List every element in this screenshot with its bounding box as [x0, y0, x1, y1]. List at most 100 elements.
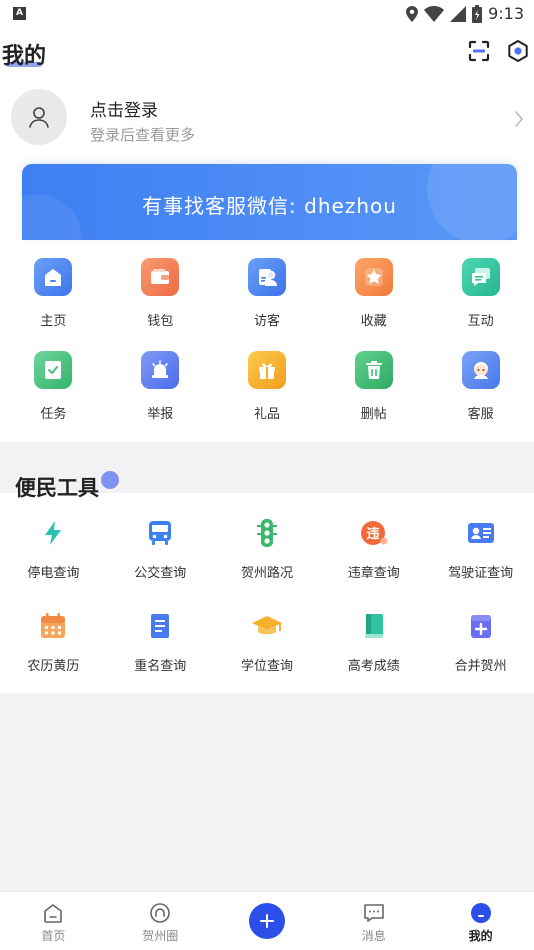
tab-messages[interactable]: 消息: [320, 892, 427, 950]
page-header: 我的: [0, 30, 534, 74]
tool-exam-score[interactable]: 高考成绩: [320, 610, 427, 703]
settings-button[interactable]: [506, 39, 530, 67]
tab-me[interactable]: 我的: [427, 892, 534, 950]
wallet-icon: [141, 258, 180, 296]
lightning-icon: [37, 517, 69, 549]
tool-label: 公交查询: [134, 566, 187, 581]
login-subtitle: 登录后查看更多: [90, 126, 196, 144]
feature-customer-service[interactable]: 客服: [427, 349, 534, 442]
document-icon: [144, 610, 176, 642]
customer-service-banner[interactable]: 有事找客服微信: dhezhou: [22, 164, 517, 240]
location-icon: [406, 5, 419, 22]
me-tab-icon: [470, 903, 491, 923]
trash-icon: [354, 351, 393, 389]
tool-violation[interactable]: 违 违章查询: [320, 517, 427, 610]
feature-label: 钱包: [147, 314, 174, 329]
feature-grid: 主页 钱包 访客 收藏 互动 任务 举报 礼品 删帖 客服: [0, 256, 534, 442]
feature-delete-post[interactable]: 删帖: [320, 349, 427, 442]
signal-icon: [450, 5, 467, 22]
service-icon: [461, 351, 500, 389]
tool-calendar[interactable]: 农历黄历: [0, 610, 107, 703]
feature-interaction[interactable]: 互动: [427, 256, 534, 349]
feature-label: 举报: [147, 407, 174, 422]
tool-bus[interactable]: 公交查询: [107, 517, 214, 610]
feature-label: 互动: [467, 314, 494, 329]
tool-label: 驾驶证查询: [448, 566, 514, 581]
license-icon: [465, 517, 497, 549]
a-icon: A: [13, 7, 26, 20]
tools-section-header: 便民工具: [0, 442, 534, 500]
svg-text:违: 违: [366, 526, 379, 542]
tool-duplicate-name[interactable]: 重名查询: [107, 610, 214, 703]
scan-icon: [468, 40, 490, 62]
feature-label: 删帖: [360, 407, 387, 422]
tool-degree[interactable]: 学位查询: [214, 610, 321, 703]
title-dot: [101, 471, 119, 489]
feature-task[interactable]: 任务: [0, 349, 107, 442]
status-icons: 9:13: [406, 4, 524, 23]
book-icon: [358, 610, 390, 642]
tool-label: 农历黄历: [27, 659, 80, 674]
tab-label: 贺州圈: [142, 929, 179, 943]
message-tab-icon: [363, 904, 384, 922]
tool-label: 学位查询: [240, 659, 293, 674]
publish-button[interactable]: [248, 903, 285, 939]
feature-label: 任务: [40, 407, 67, 422]
tool-license[interactable]: 驾驶证查询: [427, 517, 534, 610]
bottom-tab-bar: 首页 贺州圈 消息 我的: [0, 891, 534, 950]
tool-label: 停电查询: [27, 566, 80, 581]
tab-label: 首页: [41, 929, 66, 943]
task-icon: [34, 351, 73, 389]
tool-merge-hezhou[interactable]: 合并贺州: [427, 610, 534, 703]
bus-icon: [144, 517, 176, 549]
tool-power-outage[interactable]: 停电查询: [0, 517, 107, 610]
tool-traffic[interactable]: 贺州路况: [214, 517, 321, 610]
tools-panel: 停电查询 公交查询 贺州路况 违 违章查询 驾驶证查询 农历黄历 重名查询 学位…: [0, 493, 534, 693]
wifi-icon: [424, 5, 445, 22]
login-card[interactable]: 点击登录 登录后查看更多: [0, 74, 534, 164]
chat-icon: [461, 258, 500, 296]
graduation-cap-icon: [251, 610, 283, 642]
feature-wallet[interactable]: 钱包: [107, 256, 214, 349]
gift-icon: [247, 351, 286, 389]
status-time: 9:13: [488, 4, 524, 23]
feature-home[interactable]: 主页: [0, 256, 107, 349]
tab-publish[interactable]: [214, 892, 321, 950]
tab-hezhou-circle[interactable]: 贺州圈: [107, 892, 214, 950]
status-bar: A 9:13: [0, 0, 534, 30]
feature-panel: 主页 钱包 访客 收藏 互动 任务 举报 礼品 删帖 客服: [0, 242, 534, 442]
feature-report[interactable]: 举报: [107, 349, 214, 442]
banner-area: 有事找客服微信: dhezhou: [0, 164, 534, 242]
tools-title: 便民工具: [15, 476, 99, 500]
tool-label: 合并贺州: [454, 659, 507, 674]
report-icon: [141, 351, 180, 389]
avatar[interactable]: [11, 89, 67, 145]
tool-label: 高考成绩: [347, 659, 400, 674]
feature-label: 收藏: [360, 314, 387, 329]
login-title[interactable]: 点击登录: [90, 96, 158, 121]
chevron-right-icon: [515, 111, 524, 127]
scan-button[interactable]: [468, 40, 490, 66]
plus-icon: [259, 914, 274, 928]
battery-icon: [472, 4, 483, 23]
visitor-icon: [247, 258, 286, 296]
user-icon: [29, 107, 49, 128]
home-tab-icon: [44, 904, 63, 923]
tab-label: 我的: [468, 929, 493, 943]
tab-home[interactable]: 首页: [0, 892, 107, 950]
merge-icon: [465, 610, 497, 642]
page-title: 我的: [2, 44, 47, 69]
feature-gift[interactable]: 礼品: [214, 349, 321, 442]
traffic-light-icon: [251, 517, 283, 549]
feature-label: 主页: [40, 314, 67, 329]
feature-label: 客服: [467, 407, 494, 422]
tool-label: 贺州路况: [240, 566, 293, 581]
feature-favorites[interactable]: 收藏: [320, 256, 427, 349]
tool-label: 重名查询: [134, 659, 187, 674]
feature-visitor[interactable]: 访客: [214, 256, 321, 349]
violation-icon: 违: [358, 517, 390, 549]
tab-label: 消息: [361, 929, 386, 943]
home-icon: [34, 258, 73, 296]
star-icon: [354, 258, 393, 296]
calendar-icon: [37, 610, 69, 642]
